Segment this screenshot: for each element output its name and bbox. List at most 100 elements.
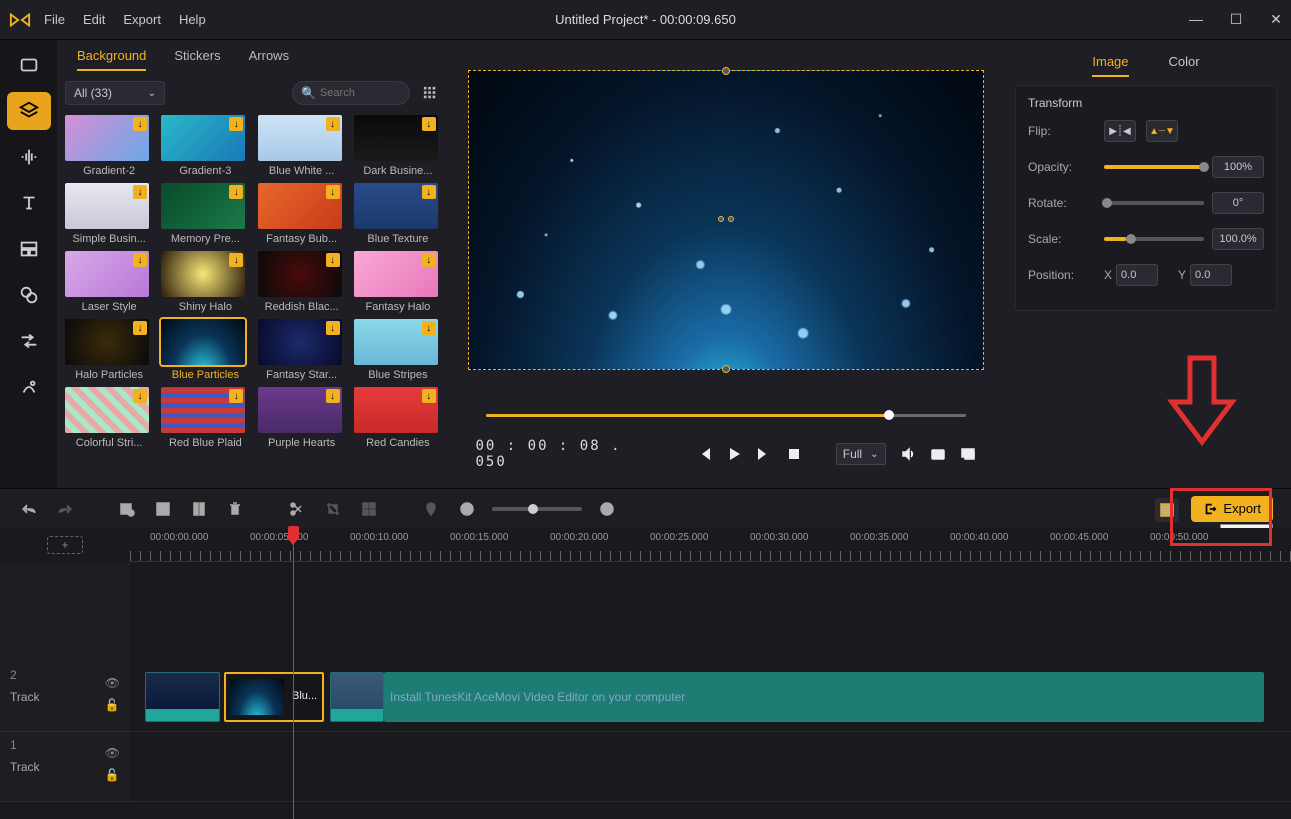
background-item[interactable]: Blue Particles xyxy=(161,319,249,381)
view-mode-select[interactable]: Full ⌄ xyxy=(836,443,886,465)
sidebar-transitions-icon[interactable] xyxy=(7,322,51,360)
sidebar-audio-icon[interactable] xyxy=(7,138,51,176)
inspector-tab-image[interactable]: Image xyxy=(1092,54,1128,77)
position-x-input[interactable]: 0.0 xyxy=(1116,264,1158,286)
delete-button[interactable] xyxy=(224,498,246,520)
download-icon: ↓ xyxy=(229,389,243,403)
visibility-icon[interactable]: 👁 xyxy=(105,676,120,690)
zoom-slider[interactable] xyxy=(492,507,582,511)
video-clip-2[interactable] xyxy=(330,672,384,722)
visibility-icon[interactable]: 👁 xyxy=(105,746,120,760)
opacity-value[interactable]: 100% xyxy=(1212,156,1264,178)
grid-view-icon[interactable] xyxy=(418,81,442,105)
track-1-body[interactable] xyxy=(130,732,1291,801)
background-item[interactable]: ↓Blue White ... xyxy=(258,115,346,177)
sidebar-effects-icon[interactable] xyxy=(7,368,51,406)
background-item[interactable]: ↓Memory Pre... xyxy=(161,183,249,245)
background-item[interactable]: ↓Simple Busin... xyxy=(65,183,153,245)
playhead[interactable] xyxy=(293,528,294,819)
marker-icon[interactable] xyxy=(420,498,442,520)
snapshot-icon[interactable] xyxy=(930,446,946,462)
background-item[interactable]: ↓Blue Stripes xyxy=(354,319,442,381)
preview-canvas[interactable] xyxy=(468,70,984,370)
lock-icon[interactable]: 🔓 xyxy=(105,698,120,712)
tab-arrows[interactable]: Arrows xyxy=(249,48,289,71)
scale-slider[interactable] xyxy=(1104,237,1204,241)
tab-stickers[interactable]: Stickers xyxy=(174,48,220,71)
close-button[interactable]: ✕ xyxy=(1269,11,1283,28)
background-item[interactable]: ↓Red Blue Plaid xyxy=(161,387,249,449)
background-item[interactable]: ↓Fantasy Bub... xyxy=(258,183,346,245)
stop-button[interactable] xyxy=(786,446,802,462)
sidebar-template-icon[interactable] xyxy=(7,230,51,268)
rotate-value[interactable]: 0° xyxy=(1212,192,1264,214)
position-y-input[interactable]: 0.0 xyxy=(1190,264,1232,286)
background-item[interactable]: ↓Gradient-2 xyxy=(65,115,153,177)
maximize-button[interactable]: ☐ xyxy=(1229,11,1243,28)
flip-vertical-button[interactable]: ▲┈▼ xyxy=(1146,120,1178,142)
prev-frame-button[interactable] xyxy=(696,446,712,462)
group-button[interactable] xyxy=(358,498,380,520)
lock-icon[interactable]: 🔓 xyxy=(105,768,120,782)
ruler-tick: 00:00:20.000 xyxy=(550,532,608,543)
flip-horizontal-button[interactable]: ▶┊◀ xyxy=(1104,120,1136,142)
opacity-slider[interactable] xyxy=(1104,165,1204,169)
sidebar-filters-icon[interactable] xyxy=(7,276,51,314)
background-item[interactable]: ↓Colorful Stri... xyxy=(65,387,153,449)
background-item[interactable]: ↓Fantasy Star... xyxy=(258,319,346,381)
menu-help[interactable]: Help xyxy=(179,12,206,27)
ruler-tick: 00:00:15.000 xyxy=(450,532,508,543)
bg-clip-label: Blu... xyxy=(292,690,317,702)
track-header-1[interactable]: 1 Track 👁 🔓 xyxy=(0,732,130,801)
sidebar-text-icon[interactable] xyxy=(7,184,51,222)
sidebar-media-icon[interactable] xyxy=(7,46,51,84)
minimize-button[interactable]: ― xyxy=(1189,11,1203,28)
background-item[interactable]: ↓Fantasy Halo xyxy=(354,251,442,313)
zoom-out-button[interactable] xyxy=(456,498,478,520)
background-label: Purple Hearts xyxy=(258,437,346,449)
menu-edit[interactable]: Edit xyxy=(83,12,105,27)
tab-background[interactable]: Background xyxy=(77,48,146,71)
playback-progress[interactable] xyxy=(486,410,966,420)
redo-button[interactable] xyxy=(54,498,76,520)
rotate-slider[interactable] xyxy=(1104,201,1204,205)
split-button[interactable] xyxy=(286,498,308,520)
inspector-tab-color[interactable]: Color xyxy=(1169,54,1200,77)
background-label: Fantasy Star... xyxy=(258,369,346,381)
timeline-ruler[interactable]: 00:00:00.00000:00:05.00000:00:10.00000:0… xyxy=(130,528,1291,562)
track-2-body[interactable]: Blu... Install TunesKit AceMovi Video Ed… xyxy=(130,662,1291,731)
fullscreen-icon[interactable] xyxy=(960,446,976,462)
background-item[interactable]: ↓Blue Texture xyxy=(354,183,442,245)
flip-label: Flip: xyxy=(1028,124,1104,138)
record-button[interactable] xyxy=(116,498,138,520)
background-item[interactable]: ↓Laser Style xyxy=(65,251,153,313)
zoom-in-button[interactable] xyxy=(596,498,618,520)
search-box[interactable]: 🔍 xyxy=(292,81,410,105)
crop-button[interactable] xyxy=(322,498,344,520)
background-item[interactable]: ↓Shiny Halo xyxy=(161,251,249,313)
volume-icon[interactable] xyxy=(900,446,916,462)
menu-export[interactable]: Export xyxy=(123,12,161,27)
track-header-2[interactable]: 2 Track 👁 🔓 xyxy=(0,662,130,731)
background-item[interactable]: ↓Purple Hearts xyxy=(258,387,346,449)
scale-value[interactable]: 100.0% xyxy=(1212,228,1264,250)
background-item[interactable]: ↓Gradient-3 xyxy=(161,115,249,177)
snap-button[interactable] xyxy=(188,498,210,520)
search-input[interactable] xyxy=(320,87,400,99)
undo-button[interactable] xyxy=(18,498,40,520)
play-button[interactable] xyxy=(726,446,742,462)
sidebar-layers-icon[interactable] xyxy=(7,92,51,130)
menu-file[interactable]: File xyxy=(44,12,65,27)
filter-dropdown[interactable]: All (33) ⌄ xyxy=(65,81,165,105)
video-clip-1[interactable] xyxy=(145,672,220,722)
track-number: 1 xyxy=(10,738,17,752)
background-item[interactable]: ↓Red Candies xyxy=(354,387,442,449)
ruler-tick: 00:00:35.000 xyxy=(850,532,908,543)
background-item[interactable]: ↓Halo Particles xyxy=(65,319,153,381)
timecode-display: 00 : 00 : 08 . 050 xyxy=(476,438,642,470)
add-track-button[interactable]: + xyxy=(47,536,83,554)
background-item[interactable]: ↓Reddish Blac... xyxy=(258,251,346,313)
add-marker-button[interactable] xyxy=(152,498,174,520)
next-frame-button[interactable] xyxy=(756,446,772,462)
background-item[interactable]: ↓Dark Busine... xyxy=(354,115,442,177)
